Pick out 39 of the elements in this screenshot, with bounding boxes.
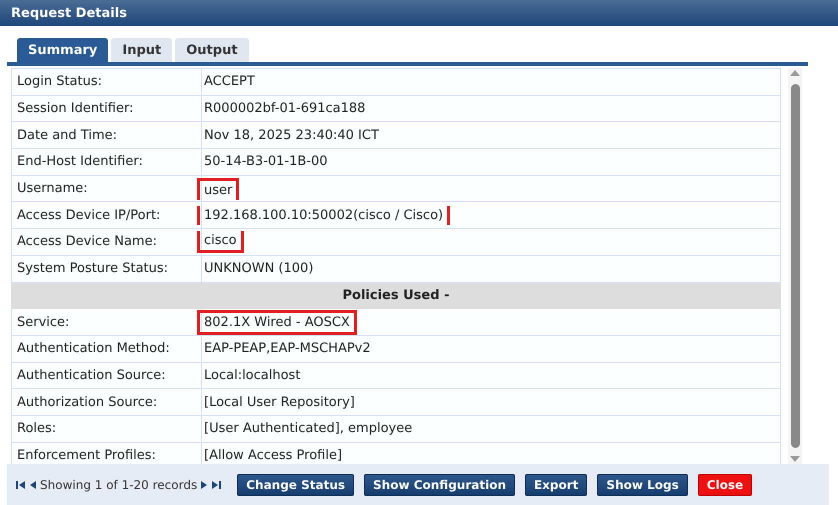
field-value: cisco <box>197 230 244 253</box>
field-value: UNKNOWN (100) <box>203 260 314 278</box>
field-label: Roles: <box>12 415 202 442</box>
tab[interactable]: Output <box>175 38 249 62</box>
field-label: Service: <box>12 308 202 336</box>
field-label: Login Status: <box>12 68 202 96</box>
window-title: Request Details <box>11 6 127 20</box>
field-label: System Posture Status: <box>12 255 202 282</box>
field-value: ACCEPT <box>203 73 256 92</box>
field-value: [Allow Access Profile] <box>203 446 344 464</box>
field-label: Authentication Method: <box>12 335 202 362</box>
section-header: Policies Used - <box>12 282 780 309</box>
field-value: R000002bf-01-691ca188 <box>203 100 366 118</box>
action-button[interactable]: Export <box>524 474 588 496</box>
field-label: End-Host Identifier: <box>12 148 202 176</box>
field-label: Session Identifier: <box>12 95 202 122</box>
action-button[interactable]: Show Logs <box>597 474 688 496</box>
field-value: 802.1X Wired - AOSCX <box>197 310 357 335</box>
tab[interactable]: Input <box>111 38 172 62</box>
field-label: Username: <box>12 175 202 202</box>
field-label: Access Device Name: <box>12 228 202 256</box>
pager-text: Showing 1 of 1-20 records <box>40 478 198 492</box>
field-label: Date and Time: <box>12 122 202 149</box>
field-value: EAP-PEAP,EAP-MSCHAPv2 <box>203 340 372 358</box>
field-value: [Local User Repository] <box>203 394 356 412</box>
field-value: 192.168.100.10:50002(cisco / Cisco) <box>197 206 450 225</box>
field-value: Nov 18, 2025 23:40:40 ICT <box>203 126 380 145</box>
field-value: 50-14-B3-01-1B-00 <box>203 153 329 172</box>
field-value: Local:localhost <box>203 366 302 385</box>
close-button[interactable]: Close <box>698 474 752 496</box>
field-label: Authentication Source: <box>12 362 202 389</box>
field-label: Access Device IP/Port: <box>12 202 202 229</box>
action-button[interactable]: Show Configuration <box>364 474 515 496</box>
tab[interactable]: Summary <box>17 38 108 62</box>
action-button[interactable]: Change Status <box>237 474 354 496</box>
field-value: [User Authenticated], employee <box>203 420 414 438</box>
field-label: Enforcement Profiles: <box>12 442 202 464</box>
field-value: user <box>197 178 240 200</box>
field-label: Authorization Source: <box>12 388 202 416</box>
